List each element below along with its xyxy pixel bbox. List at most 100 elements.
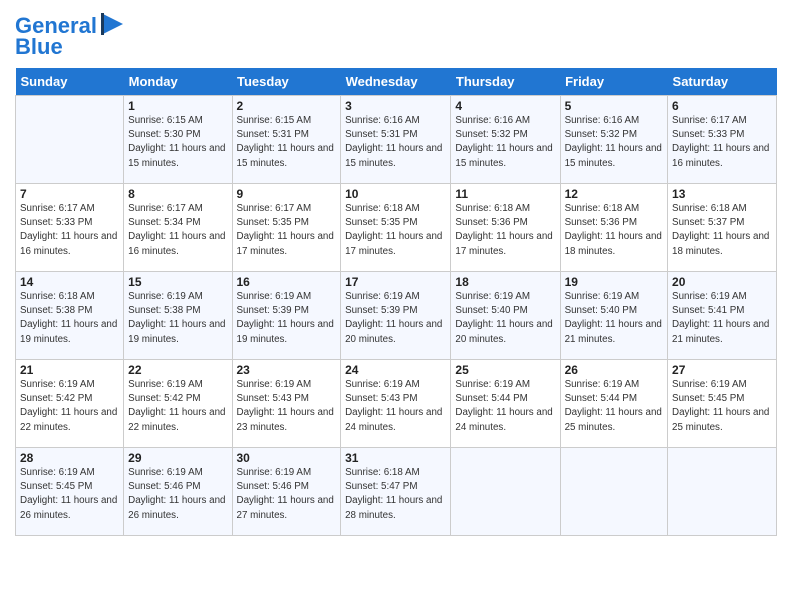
calendar-cell: 3Sunrise: 6:16 AMSunset: 5:31 PMDaylight…: [341, 96, 451, 184]
calendar-cell: 1Sunrise: 6:15 AMSunset: 5:30 PMDaylight…: [124, 96, 232, 184]
calendar-cell: 25Sunrise: 6:19 AMSunset: 5:44 PMDayligh…: [451, 360, 560, 448]
calendar-cell: 31Sunrise: 6:18 AMSunset: 5:47 PMDayligh…: [341, 448, 451, 536]
calendar-cell: 17Sunrise: 6:19 AMSunset: 5:39 PMDayligh…: [341, 272, 451, 360]
day-number: 8: [128, 187, 227, 201]
calendar-cell: 21Sunrise: 6:19 AMSunset: 5:42 PMDayligh…: [16, 360, 124, 448]
day-info: Sunrise: 6:18 AMSunset: 5:38 PMDaylight:…: [20, 290, 119, 347]
day-info: Sunrise: 6:16 AMSunset: 5:32 PMDaylight:…: [455, 114, 555, 171]
day-number: 21: [20, 363, 119, 377]
day-number: 14: [20, 275, 119, 289]
day-number: 5: [565, 99, 663, 113]
day-info: Sunrise: 6:19 AMSunset: 5:44 PMDaylight:…: [565, 378, 663, 435]
day-info: Sunrise: 6:17 AMSunset: 5:33 PMDaylight:…: [672, 114, 772, 171]
calendar-cell: 15Sunrise: 6:19 AMSunset: 5:38 PMDayligh…: [124, 272, 232, 360]
day-number: 1: [128, 99, 227, 113]
day-info: Sunrise: 6:18 AMSunset: 5:36 PMDaylight:…: [455, 202, 555, 259]
weekday-header-wednesday: Wednesday: [341, 68, 451, 96]
day-number: 17: [345, 275, 446, 289]
weekday-header-sunday: Sunday: [16, 68, 124, 96]
weekday-header-monday: Monday: [124, 68, 232, 96]
header: General Blue: [15, 10, 777, 60]
logo-blue: Blue: [15, 34, 63, 60]
calendar-cell: 4Sunrise: 6:16 AMSunset: 5:32 PMDaylight…: [451, 96, 560, 184]
day-info: Sunrise: 6:19 AMSunset: 5:46 PMDaylight:…: [128, 466, 227, 523]
day-number: 15: [128, 275, 227, 289]
day-info: Sunrise: 6:19 AMSunset: 5:44 PMDaylight:…: [455, 378, 555, 435]
day-info: Sunrise: 6:17 AMSunset: 5:33 PMDaylight:…: [20, 202, 119, 259]
day-info: Sunrise: 6:19 AMSunset: 5:42 PMDaylight:…: [128, 378, 227, 435]
day-info: Sunrise: 6:19 AMSunset: 5:46 PMDaylight:…: [237, 466, 337, 523]
calendar-table: SundayMondayTuesdayWednesdayThursdayFrid…: [15, 68, 777, 536]
day-number: 16: [237, 275, 337, 289]
day-info: Sunrise: 6:17 AMSunset: 5:35 PMDaylight:…: [237, 202, 337, 259]
day-info: Sunrise: 6:19 AMSunset: 5:43 PMDaylight:…: [345, 378, 446, 435]
day-info: Sunrise: 6:16 AMSunset: 5:31 PMDaylight:…: [345, 114, 446, 171]
calendar-cell: 24Sunrise: 6:19 AMSunset: 5:43 PMDayligh…: [341, 360, 451, 448]
calendar-cell: 12Sunrise: 6:18 AMSunset: 5:36 PMDayligh…: [560, 184, 667, 272]
day-info: Sunrise: 6:18 AMSunset: 5:37 PMDaylight:…: [672, 202, 772, 259]
day-number: 30: [237, 451, 337, 465]
day-number: 26: [565, 363, 663, 377]
day-number: 12: [565, 187, 663, 201]
day-info: Sunrise: 6:19 AMSunset: 5:38 PMDaylight:…: [128, 290, 227, 347]
day-number: 28: [20, 451, 119, 465]
calendar-cell: 14Sunrise: 6:18 AMSunset: 5:38 PMDayligh…: [16, 272, 124, 360]
day-number: 7: [20, 187, 119, 201]
calendar-cell: 19Sunrise: 6:19 AMSunset: 5:40 PMDayligh…: [560, 272, 667, 360]
day-number: 10: [345, 187, 446, 201]
calendar-cell: 11Sunrise: 6:18 AMSunset: 5:36 PMDayligh…: [451, 184, 560, 272]
calendar-cell: [16, 96, 124, 184]
calendar-cell: 10Sunrise: 6:18 AMSunset: 5:35 PMDayligh…: [341, 184, 451, 272]
day-number: 19: [565, 275, 663, 289]
calendar-cell: 13Sunrise: 6:18 AMSunset: 5:37 PMDayligh…: [668, 184, 777, 272]
day-number: 31: [345, 451, 446, 465]
calendar-cell: 5Sunrise: 6:16 AMSunset: 5:32 PMDaylight…: [560, 96, 667, 184]
calendar-cell: [560, 448, 667, 536]
day-info: Sunrise: 6:19 AMSunset: 5:39 PMDaylight:…: [237, 290, 337, 347]
weekday-header-friday: Friday: [560, 68, 667, 96]
calendar-cell: [668, 448, 777, 536]
calendar-cell: 22Sunrise: 6:19 AMSunset: 5:42 PMDayligh…: [124, 360, 232, 448]
day-info: Sunrise: 6:18 AMSunset: 5:36 PMDaylight:…: [565, 202, 663, 259]
day-info: Sunrise: 6:18 AMSunset: 5:47 PMDaylight:…: [345, 466, 446, 523]
calendar-cell: 29Sunrise: 6:19 AMSunset: 5:46 PMDayligh…: [124, 448, 232, 536]
calendar-cell: 16Sunrise: 6:19 AMSunset: 5:39 PMDayligh…: [232, 272, 341, 360]
day-info: Sunrise: 6:16 AMSunset: 5:32 PMDaylight:…: [565, 114, 663, 171]
calendar-cell: 9Sunrise: 6:17 AMSunset: 5:35 PMDaylight…: [232, 184, 341, 272]
calendar-cell: 6Sunrise: 6:17 AMSunset: 5:33 PMDaylight…: [668, 96, 777, 184]
calendar-week-row: 14Sunrise: 6:18 AMSunset: 5:38 PMDayligh…: [16, 272, 777, 360]
day-info: Sunrise: 6:19 AMSunset: 5:45 PMDaylight:…: [672, 378, 772, 435]
day-number: 18: [455, 275, 555, 289]
day-number: 25: [455, 363, 555, 377]
day-number: 4: [455, 99, 555, 113]
calendar-cell: 20Sunrise: 6:19 AMSunset: 5:41 PMDayligh…: [668, 272, 777, 360]
calendar-cell: 2Sunrise: 6:15 AMSunset: 5:31 PMDaylight…: [232, 96, 341, 184]
day-number: 3: [345, 99, 446, 113]
day-info: Sunrise: 6:19 AMSunset: 5:42 PMDaylight:…: [20, 378, 119, 435]
day-info: Sunrise: 6:18 AMSunset: 5:35 PMDaylight:…: [345, 202, 446, 259]
day-info: Sunrise: 6:19 AMSunset: 5:45 PMDaylight:…: [20, 466, 119, 523]
page-container: General Blue SundayMondayTuesday: [0, 0, 792, 546]
day-number: 29: [128, 451, 227, 465]
calendar-cell: 7Sunrise: 6:17 AMSunset: 5:33 PMDaylight…: [16, 184, 124, 272]
weekday-header-row: SundayMondayTuesdayWednesdayThursdayFrid…: [16, 68, 777, 96]
day-number: 23: [237, 363, 337, 377]
calendar-week-row: 7Sunrise: 6:17 AMSunset: 5:33 PMDaylight…: [16, 184, 777, 272]
day-info: Sunrise: 6:19 AMSunset: 5:39 PMDaylight:…: [345, 290, 446, 347]
calendar-week-row: 21Sunrise: 6:19 AMSunset: 5:42 PMDayligh…: [16, 360, 777, 448]
calendar-week-row: 1Sunrise: 6:15 AMSunset: 5:30 PMDaylight…: [16, 96, 777, 184]
day-number: 2: [237, 99, 337, 113]
day-number: 13: [672, 187, 772, 201]
calendar-cell: 23Sunrise: 6:19 AMSunset: 5:43 PMDayligh…: [232, 360, 341, 448]
calendar-cell: [451, 448, 560, 536]
day-info: Sunrise: 6:17 AMSunset: 5:34 PMDaylight:…: [128, 202, 227, 259]
calendar-cell: 27Sunrise: 6:19 AMSunset: 5:45 PMDayligh…: [668, 360, 777, 448]
day-number: 6: [672, 99, 772, 113]
calendar-cell: 28Sunrise: 6:19 AMSunset: 5:45 PMDayligh…: [16, 448, 124, 536]
calendar-week-row: 28Sunrise: 6:19 AMSunset: 5:45 PMDayligh…: [16, 448, 777, 536]
calendar-cell: 30Sunrise: 6:19 AMSunset: 5:46 PMDayligh…: [232, 448, 341, 536]
logo: General Blue: [15, 14, 127, 60]
weekday-header-thursday: Thursday: [451, 68, 560, 96]
day-info: Sunrise: 6:19 AMSunset: 5:41 PMDaylight:…: [672, 290, 772, 347]
day-number: 9: [237, 187, 337, 201]
